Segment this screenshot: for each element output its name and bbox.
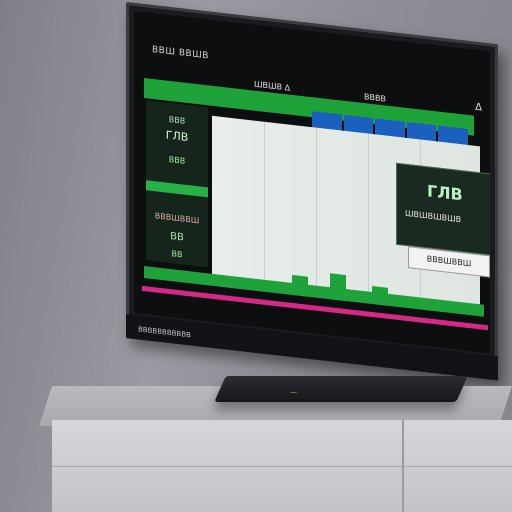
left-panel-green-strip: [146, 180, 208, 198]
set-top-box-label: —: [290, 388, 297, 396]
console-drawer-line: [52, 466, 512, 467]
tv-screen: ВВШ ВВШВ ШВШВ Δ ВВВВ Δ ВВВ ГЛВ ВВВ ВВВШВ…: [134, 10, 490, 354]
left-panel-item: ВВВ: [168, 114, 186, 126]
grid-line: [264, 121, 265, 282]
left-panel-item: ГЛВ: [165, 128, 189, 145]
screen-popup-card: ГЛВ ШВШВШВШВ: [396, 162, 490, 256]
screen-title: ВВШ ВВШВ: [152, 44, 209, 62]
screen-footer-label: ВВВВВВВВВВВ: [138, 325, 191, 340]
screen-bar: [292, 274, 308, 297]
screen-bar: [372, 286, 388, 306]
screen-top-label-b: ВВВВ: [364, 92, 386, 104]
screen-left-panel: ВВВ ГЛВ ВВВ ВВВШВВШ ВВ ВВ: [146, 100, 208, 268]
grid-line: [368, 133, 369, 294]
screen-corner-icon: Δ: [475, 101, 482, 114]
left-panel-item: ВВ: [170, 231, 184, 244]
left-panel-item: ВВВ: [168, 154, 186, 166]
left-panel-item: ВВВШВВШ: [154, 211, 200, 226]
left-panel-item: ВВ: [171, 249, 183, 260]
screen-bar: [330, 273, 346, 302]
popup-number: ГЛВ: [427, 181, 463, 205]
wall-mounted-tv: ВВШ ВВШВ ШВШВ Δ ВВВВ Δ ВВВ ГЛВ ВВВ ВВВШВ…: [126, 2, 498, 381]
grid-line: [316, 127, 317, 288]
set-top-box: [214, 376, 468, 402]
popup-label: ШВШВШВШВ: [405, 208, 462, 225]
